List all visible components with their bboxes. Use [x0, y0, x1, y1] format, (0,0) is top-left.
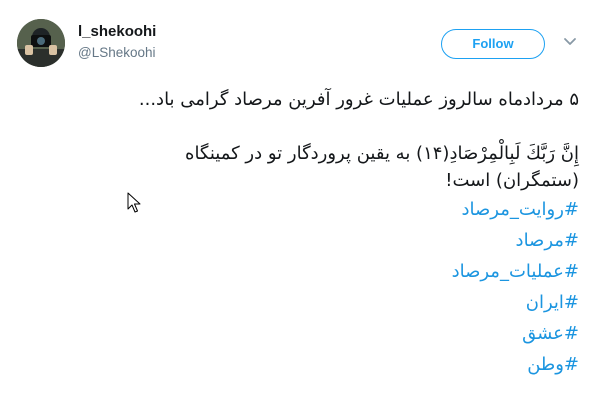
hashtag-link[interactable]: #عشق	[14, 318, 579, 349]
follow-button[interactable]: Follow	[441, 29, 545, 59]
tweet-text: ۵ مردادماه سالروز عملیات غرور آفرین مرصا…	[14, 86, 579, 380]
tweet-text-line	[14, 113, 579, 140]
hashtag-link[interactable]: #وطن	[14, 349, 579, 380]
tweet-card: l_shekoohi @LShekoohi Follow ۵ مردادماه …	[0, 0, 595, 409]
hashtag-link[interactable]: #ایران	[14, 287, 579, 318]
mouse-cursor-icon	[127, 192, 141, 213]
tweet-text-line: إِنَّ رَبَّكَ لَبِالْمِرْصَادِ(۱۴) به یق…	[185, 143, 579, 164]
author-display-name[interactable]: l_shekoohi	[78, 22, 156, 42]
hashtag-link[interactable]: #مرصاد	[14, 225, 579, 256]
avatar-photo-icon	[17, 19, 65, 67]
hashtag-link[interactable]: #روایت_مرصاد	[14, 194, 579, 225]
user-avatar[interactable]	[17, 19, 65, 67]
author-info[interactable]: l_shekoohi @LShekoohi	[78, 22, 156, 62]
chevron-down-icon[interactable]	[563, 37, 577, 47]
tweet-text-line: (ستمگران) است!	[445, 170, 579, 191]
author-screen-name[interactable]: @LShekoohi	[78, 44, 156, 62]
tweet-text-line: ۵ مردادماه سالروز عملیات غرور آفرین مرصا…	[138, 89, 579, 110]
hashtag-link[interactable]: #عملیات_مرصاد	[14, 256, 579, 287]
